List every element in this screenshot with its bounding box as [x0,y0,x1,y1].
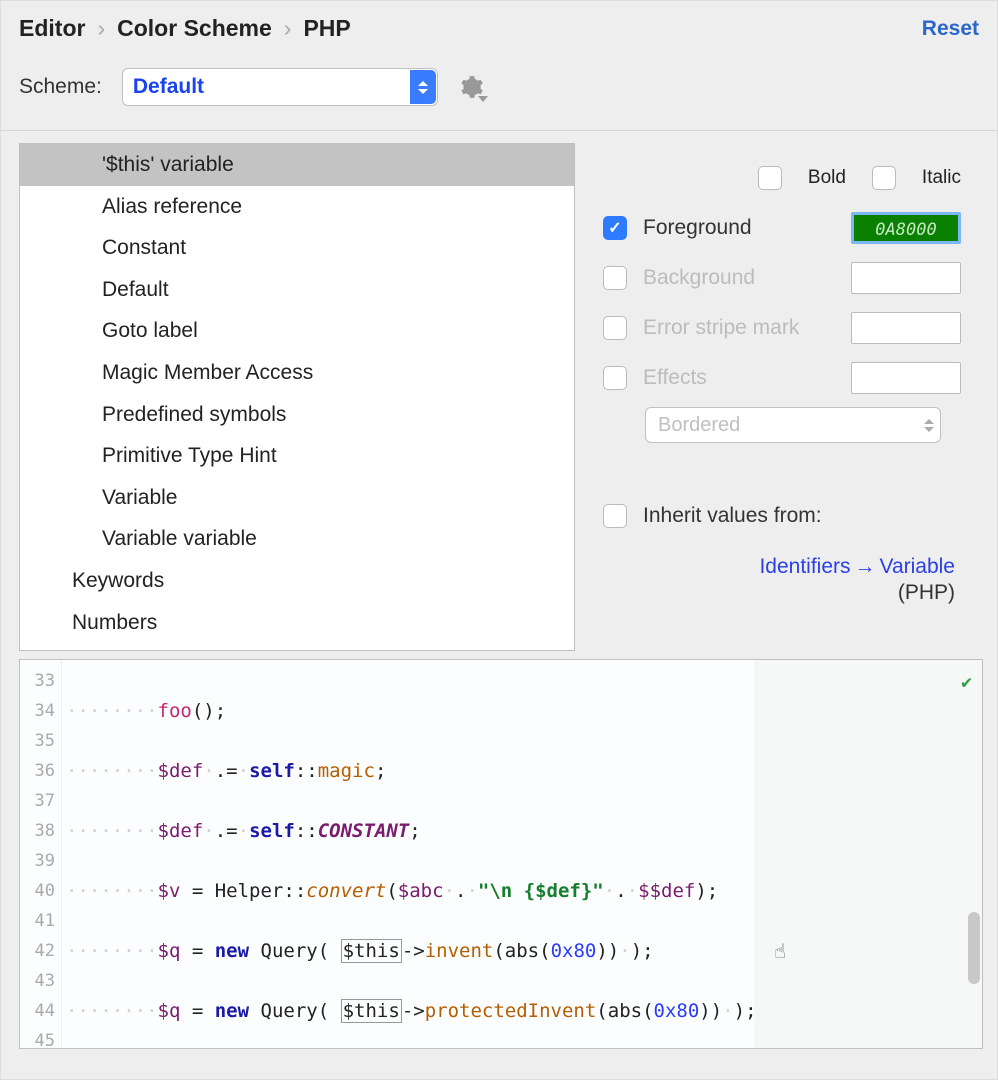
chevron-icon: › [284,15,292,42]
checkmark-icon: ✔ [961,668,972,698]
foreground-swatch[interactable]: 0A8000 [851,212,961,244]
tree-item[interactable]: Numbers [20,602,574,644]
line-number: 41 [20,906,61,936]
line-number: 43 [20,966,61,996]
line-number: 45 [20,1026,61,1049]
reset-link[interactable]: Reset [922,17,979,41]
breadcrumb-php[interactable]: PHP [303,15,350,42]
effects-checkbox[interactable] [603,366,627,390]
tree-item[interactable]: Alias reference [20,186,574,228]
line-number: 37 [20,786,61,816]
breadcrumb: Editor › Color Scheme › PHP [19,15,351,42]
tree-item[interactable]: Variable variable [20,518,574,560]
foreground-label: Foreground [643,216,835,240]
tree-item[interactable]: Predefined symbols [20,394,574,436]
line-gutter: 33343536373839404142434445 [20,660,62,1048]
line-number: 38 [20,816,61,846]
gear-icon[interactable] [458,74,484,100]
breadcrumb-editor[interactable]: Editor [19,15,85,42]
tree-item[interactable]: Goto label [20,310,574,352]
inherit-link[interactable]: Identifiers→Variable [759,555,955,578]
line-number: 33 [20,666,61,696]
effects-label: Effects [643,366,835,390]
breadcrumb-colorscheme[interactable]: Color Scheme [117,15,272,42]
errorstripe-checkbox[interactable] [603,316,627,340]
tree-item[interactable]: PHP Code [20,643,574,651]
scheme-select[interactable]: Default [122,68,438,106]
inherit-suffix: (PHP) [603,581,955,605]
line-number: 39 [20,846,61,876]
errorstripe-label: Error stripe mark [643,316,835,340]
tree-item[interactable]: Constant [20,227,574,269]
effects-type-value: Bordered [658,414,740,437]
chevron-updown-icon [410,70,436,104]
italic-checkbox[interactable] [872,166,896,190]
italic-label: Italic [922,167,961,189]
scheme-value: Default [133,75,204,99]
tree-item[interactable]: Variable [20,477,574,519]
code-preview[interactable]: 33343536373839404142434445 ········foo()… [19,659,983,1049]
tree-item[interactable]: '$this' variable [20,144,574,186]
background-checkbox[interactable] [603,266,627,290]
chevron-icon: › [97,15,105,42]
scrollbar-thumb[interactable] [968,912,980,984]
chevron-updown-icon [924,419,934,432]
line-number: 40 [20,876,61,906]
tree-item[interactable]: Default [20,269,574,311]
effects-type-select[interactable]: Bordered [645,407,941,443]
foreground-checkbox[interactable] [603,216,627,240]
code-area[interactable]: ········foo(); ········$def·.=·self::mag… [62,660,982,1048]
bold-checkbox[interactable] [758,166,782,190]
errorstripe-swatch[interactable] [851,312,961,344]
line-number: 35 [20,726,61,756]
line-number: 42 [20,936,61,966]
background-swatch[interactable] [851,262,961,294]
hand-cursor-icon: ☝ [774,936,786,966]
inherit-label: Inherit values from: [643,504,961,528]
bold-label: Bold [808,167,846,189]
inherit-checkbox[interactable] [603,504,627,528]
background-label: Background [643,266,835,290]
tree-item[interactable]: Keywords [20,560,574,602]
line-number: 36 [20,756,61,786]
effects-swatch[interactable] [851,362,961,394]
tree-item[interactable]: Primitive Type Hint [20,435,574,477]
scheme-label: Scheme: [19,75,102,99]
attribute-tree[interactable]: '$this' variableAlias referenceConstantD… [19,143,575,651]
line-number: 44 [20,996,61,1026]
attributes-panel: Bold Italic Foreground 0A8000 Background… [575,131,997,651]
tree-item[interactable]: Magic Member Access [20,352,574,394]
line-number: 34 [20,696,61,726]
